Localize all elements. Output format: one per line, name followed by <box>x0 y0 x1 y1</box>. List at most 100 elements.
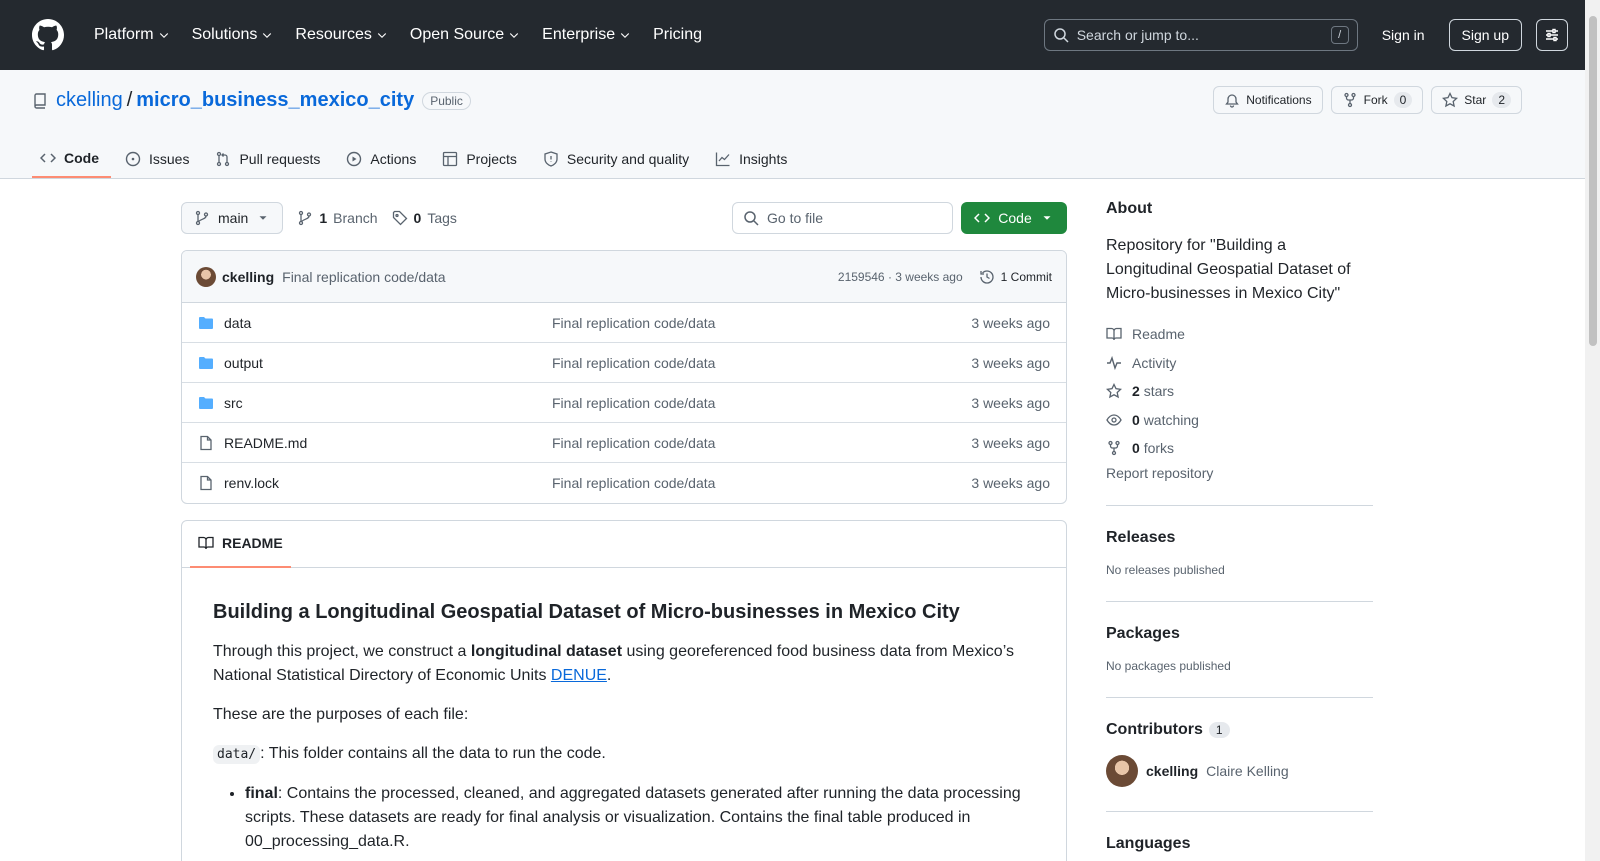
play-icon <box>347 151 362 167</box>
chevron-down-icon <box>159 33 168 39</box>
latest-commit: ckelling Final replication code/data 215… <box>182 251 1066 303</box>
file-commit-message[interactable]: Final replication code/data <box>552 475 971 491</box>
readme-li-bold: final <box>245 785 278 802</box>
forks-label: forks <box>1143 440 1175 457</box>
contributor-item[interactable]: ckelling Claire Kelling <box>1106 754 1373 787</box>
readme-panel: README Building a Longitudinal Geospatia… <box>181 520 1067 861</box>
chevron-down-icon <box>377 33 387 39</box>
languages-heading: Languages <box>1106 834 1191 852</box>
tab-insights[interactable]: Insights <box>707 140 799 178</box>
tags-link[interactable]: 0 Tags <box>392 210 457 226</box>
packages-heading[interactable]: Packages <box>1106 625 1373 643</box>
nav-platform[interactable]: Platform <box>86 19 178 51</box>
tab-pull-requests-label: Pull requests <box>239 151 321 167</box>
repo-owner-link[interactable]: ckelling <box>56 89 123 112</box>
nav-resources[interactable]: Resources <box>287 19 395 51</box>
file-name-link[interactable]: data <box>224 315 552 331</box>
tab-pull-requests[interactable]: Pull requests <box>207 140 332 178</box>
book-icon <box>198 536 214 550</box>
tab-issues[interactable]: Issues <box>117 140 201 178</box>
file-name-link[interactable]: output <box>224 355 552 371</box>
watchers-link[interactable]: 0 watching <box>1106 406 1373 435</box>
report-repository-link[interactable]: Report repository <box>1106 465 1373 481</box>
table-row[interactable]: data Final replication code/data 3 weeks a… <box>182 303 1066 343</box>
commit-history-link[interactable]: 1 Commit <box>979 269 1052 285</box>
nav-open-source[interactable]: Open Source <box>402 19 528 51</box>
go-to-file-placeholder: Go to file <box>767 210 824 226</box>
site-menu-button[interactable] <box>1536 19 1568 51</box>
table-row[interactable]: src Final replication code/data 3 weeks ag… <box>182 383 1066 423</box>
avatar[interactable] <box>196 266 216 287</box>
readme-code-data: data/ <box>213 745 261 764</box>
scrollbar-thumb[interactable] <box>1589 16 1597 346</box>
tag-label: Tags <box>427 210 457 226</box>
stars-link[interactable]: 2 stars <box>1106 377 1373 406</box>
activity-link[interactable]: Activity <box>1106 349 1373 378</box>
sign-in-link[interactable]: Sign in <box>1370 19 1437 51</box>
notifications-button[interactable]: Notifications <box>1213 86 1323 114</box>
contributors-heading[interactable]: Contributors 1 <box>1106 721 1373 739</box>
branches-link[interactable]: 1 Branch <box>297 210 378 226</box>
repo-description: Repository for "Building a Longitudinal … <box>1106 237 1351 302</box>
global-header: Platform Solutions Resources Open Source… <box>0 0 1600 70</box>
table-row[interactable]: renv.lock Final replication code/data 3 we… <box>182 463 1066 503</box>
contributors-count: 1 <box>1208 721 1230 738</box>
file-name-link[interactable]: src <box>224 395 552 411</box>
nav-enterprise-label: Enterprise <box>542 26 616 43</box>
commit-meta: 2159546 · 3 weeks ago 1 Commit <box>838 269 1052 285</box>
tab-projects[interactable]: Projects <box>434 140 529 178</box>
file-commit-message[interactable]: Final replication code/data <box>552 315 971 331</box>
sign-up-button[interactable]: Sign up <box>1448 19 1522 51</box>
tab-security-label: Security and quality <box>566 151 690 167</box>
file-name-link[interactable]: README.md <box>224 435 552 451</box>
about-heading: About <box>1106 200 1153 217</box>
file-name-link[interactable]: renv.lock <box>224 475 552 491</box>
nav-enterprise[interactable]: Enterprise <box>534 19 639 51</box>
tab-security[interactable]: Security and quality <box>535 140 701 178</box>
tab-code[interactable]: Code <box>32 140 111 178</box>
readme-link[interactable]: Readme <box>1106 320 1373 349</box>
commit-message[interactable]: Final replication code/data <box>282 269 445 285</box>
commit-hash-time[interactable]: 2159546 · 3 weeks ago <box>838 270 963 284</box>
page-scrollbar[interactable] <box>1585 0 1600 861</box>
nav-resources-label: Resources <box>295 26 372 43</box>
file-commit-message[interactable]: Final replication code/data <box>552 435 971 451</box>
github-logo-icon[interactable] <box>32 19 64 51</box>
global-nav: Platform Solutions Resources Open Source… <box>86 19 716 51</box>
commit-author[interactable]: ckelling <box>222 269 274 285</box>
nav-pricing[interactable]: Pricing <box>645 19 710 51</box>
table-row[interactable]: output Final replication code/data 3 weeks… <box>182 343 1066 383</box>
file-toolbar: main 1 Branch 0 Tags Go to file Code <box>181 201 1067 235</box>
avatar[interactable] <box>1106 754 1138 787</box>
book-icon <box>1106 328 1122 341</box>
table-row[interactable]: README.md Final replication code/data 3 we… <box>182 423 1066 463</box>
branch-selector[interactable]: main <box>181 202 284 234</box>
code-dropdown-button[interactable]: Code <box>961 202 1067 234</box>
repo-name-link[interactable]: micro_business_mexico_city <box>136 89 414 112</box>
file-browser: ckelling Final replication code/data 215… <box>181 250 1067 504</box>
file-commit-message[interactable]: Final replication code/data <box>552 395 971 411</box>
tab-actions[interactable]: Actions <box>338 140 428 178</box>
go-to-file-input[interactable]: Go to file <box>732 202 953 234</box>
watching-text: 0 watching <box>1132 412 1199 428</box>
star-button[interactable]: Star 2 <box>1431 86 1522 114</box>
code-icon <box>974 213 991 223</box>
readme-li-text: : Contains the processed, cleaned, and a… <box>245 785 1021 850</box>
nav-solutions[interactable]: Solutions <box>184 19 282 51</box>
releases-heading[interactable]: Releases <box>1106 529 1373 547</box>
list-item: final: Contains the processed, cleaned, … <box>245 782 1035 854</box>
readme-link-label: Readme <box>1132 326 1185 343</box>
repo-actions: Notifications Fork 0 Star 2 <box>1213 86 1522 114</box>
file-commit-time: 3 weeks ago <box>971 434 1050 451</box>
denue-link[interactable]: DENUE <box>551 667 607 684</box>
fork-button[interactable]: Fork 0 <box>1330 86 1424 114</box>
stars-text: 2 stars <box>1132 383 1174 399</box>
search-input[interactable]: Search or jump to... / <box>1043 19 1358 51</box>
contributor-login[interactable]: ckelling <box>1146 763 1198 779</box>
fork-icon <box>1108 441 1120 456</box>
forks-link[interactable]: 0 forks <box>1106 434 1373 463</box>
contributor-name: Claire Kelling <box>1206 762 1289 779</box>
file-commit-message[interactable]: Final replication code/data <box>552 355 971 371</box>
readme-tab[interactable]: README <box>190 521 291 568</box>
chevron-down-icon <box>620 33 630 39</box>
